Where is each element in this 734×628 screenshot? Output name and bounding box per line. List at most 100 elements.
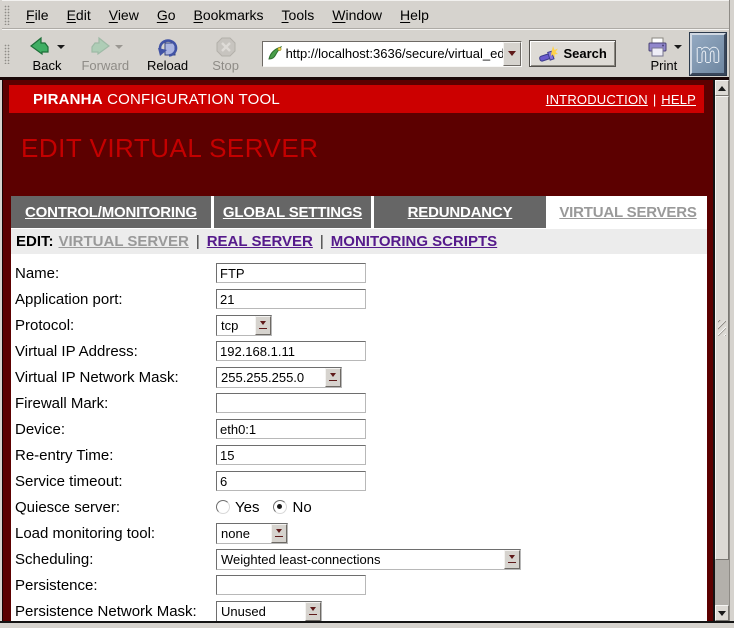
stop-button[interactable]: Stop <box>200 34 252 74</box>
subnav-link-real-server[interactable]: REAL SERVER <box>207 233 313 250</box>
header-link-help[interactable]: HELP <box>661 92 696 107</box>
reload-label: Reload <box>147 59 188 73</box>
menu-help[interactable]: Help <box>391 4 438 26</box>
protocol-select[interactable]: tcp <box>216 315 272 336</box>
forward-button[interactable]: Forward <box>79 34 132 74</box>
mozilla-m-glyph: m <box>696 40 720 67</box>
tab-redundancy[interactable]: REDUNDANCY <box>374 196 546 228</box>
scroll-up-button[interactable] <box>715 80 729 96</box>
scheduling-selected-value: Weighted least-connections <box>217 552 504 567</box>
menu-bookmarks[interactable]: Bookmarks <box>185 4 273 26</box>
menu-tools[interactable]: Tools <box>273 4 324 26</box>
dropdown-arrow-icon[interactable] <box>271 524 287 543</box>
persistence-network-mask-selected-value: Unused <box>217 604 305 619</box>
subnav-separator: | <box>320 233 324 250</box>
virtual-ip-address-label: Virtual IP Address: <box>11 343 216 360</box>
menu-bar-items: FileEditViewGoBookmarksToolsWindowHelp <box>17 4 438 26</box>
back-dropdown-arrow[interactable] <box>57 45 65 53</box>
quiesce-server-radio-yes[interactable] <box>216 500 230 514</box>
name-input[interactable] <box>216 263 366 283</box>
url-bar[interactable] <box>262 41 523 67</box>
scroll-down-button[interactable] <box>715 605 729 621</box>
toolbar-grippy-handle[interactable] <box>4 44 10 64</box>
window-frame-right <box>729 0 734 628</box>
tab-control-monitoring[interactable]: CONTROL/MONITORING <box>11 196 211 228</box>
url-history-dropdown[interactable] <box>503 42 521 66</box>
url-input[interactable] <box>286 46 504 61</box>
tab-global-settings[interactable]: GLOBAL SETTINGS <box>214 196 371 228</box>
field-row-application-port: Application port: <box>11 286 707 312</box>
virtual-ip-address-input[interactable] <box>216 341 366 361</box>
subnav-link-monitoring-scripts[interactable]: MONITORING SCRIPTS <box>331 233 497 250</box>
load-monitoring-tool-label: Load monitoring tool: <box>11 525 216 542</box>
search-button[interactable]: Search <box>529 40 615 67</box>
tab-virtual-servers[interactable]: VIRTUAL SERVERS <box>549 196 707 228</box>
virtual-ip-network-mask-select[interactable]: 255.255.255.0 <box>216 367 342 388</box>
scheduling-label: Scheduling: <box>11 551 216 568</box>
menu-file[interactable]: File <box>17 4 58 26</box>
vertical-scrollbar[interactable] <box>713 80 729 621</box>
field-row-virtual-ip-network-mask: Virtual IP Network Mask:255.255.255.0 <box>11 364 707 390</box>
persistence-network-mask-label: Persistence Network Mask: <box>11 603 216 620</box>
quiesce-server-label: Quiesce server: <box>11 499 216 516</box>
scrollbar-thumb[interactable] <box>715 96 729 560</box>
search-flashlight-icon <box>538 45 558 62</box>
field-row-scheduling: Scheduling:Weighted least-connections <box>11 546 707 572</box>
reload-button[interactable]: Reload <box>142 34 194 74</box>
quiesce-server-radio-label-no: No <box>292 499 311 516</box>
service-timeout-input[interactable] <box>216 471 366 491</box>
field-row-persistence: Persistence: <box>11 572 707 598</box>
field-row-protocol: Protocol:tcp <box>11 312 707 338</box>
application-port-input[interactable] <box>216 289 366 309</box>
menu-go[interactable]: Go <box>148 4 185 26</box>
mozilla-logo[interactable]: m <box>690 33 726 75</box>
firewall-mark-label: Firewall Mark: <box>11 395 216 412</box>
persistence-network-mask-select[interactable]: Unused <box>216 601 322 622</box>
back-button[interactable]: Back <box>21 34 73 74</box>
virtual-ip-network-mask-label: Virtual IP Network Mask: <box>11 369 216 386</box>
stop-icon <box>215 36 237 58</box>
dropdown-arrow-icon[interactable] <box>255 316 271 335</box>
page-proxy-icon[interactable] <box>268 46 282 61</box>
menubar-grippy-handle[interactable] <box>4 5 10 25</box>
firewall-mark-input[interactable] <box>216 393 366 413</box>
menu-edit[interactable]: Edit <box>58 4 100 26</box>
stop-label: Stop <box>212 59 239 73</box>
window-frame-bottom <box>0 621 734 628</box>
print-button[interactable]: Print <box>638 34 690 74</box>
device-input[interactable] <box>216 419 366 439</box>
quiesce-server-radio-no[interactable] <box>273 500 287 514</box>
field-row-virtual-ip-address: Virtual IP Address: <box>11 338 707 364</box>
edit-subnav: EDIT: VIRTUAL SERVER|REAL SERVER|MONITOR… <box>11 229 707 254</box>
forward-label: Forward <box>81 59 129 73</box>
print-dropdown-arrow[interactable] <box>674 45 682 53</box>
load-monitoring-tool-select[interactable]: none <box>216 523 288 544</box>
load-monitoring-tool-selected-value: none <box>217 526 271 541</box>
application-port-label: Application port: <box>11 291 216 308</box>
protocol-label: Protocol: <box>11 317 216 334</box>
content-panel: CONTROL/MONITORINGGLOBAL SETTINGSREDUNDA… <box>11 196 707 621</box>
dropdown-arrow-icon[interactable] <box>504 550 520 569</box>
menu-view[interactable]: View <box>100 4 148 26</box>
page-viewport: PIRANHA CONFIGURATION TOOL INTRODUCTION|… <box>2 80 713 621</box>
persistence-label: Persistence: <box>11 577 216 594</box>
print-icon <box>646 36 670 58</box>
re-entry-time-label: Re-entry Time: <box>11 447 216 464</box>
forward-icon <box>87 36 111 58</box>
back-icon <box>29 36 53 58</box>
dropdown-arrow-icon[interactable] <box>325 368 341 387</box>
forward-dropdown-arrow[interactable] <box>115 45 123 53</box>
subnav-link-virtual-server[interactable]: VIRTUAL SERVER <box>59 233 189 250</box>
reload-icon <box>156 36 180 58</box>
re-entry-time-input[interactable] <box>216 445 366 465</box>
field-row-load-monitoring-tool: Load monitoring tool:none <box>11 520 707 546</box>
header-link-introduction[interactable]: INTRODUCTION <box>546 92 648 107</box>
field-row-device: Device: <box>11 416 707 442</box>
protocol-selected-value: tcp <box>217 318 255 333</box>
field-row-quiesce-server: Quiesce server:YesNo <box>11 494 707 520</box>
persistence-input[interactable] <box>216 575 366 595</box>
menu-window[interactable]: Window <box>323 4 391 26</box>
header-link-separator: | <box>653 92 656 107</box>
dropdown-arrow-icon[interactable] <box>305 602 321 621</box>
scheduling-select[interactable]: Weighted least-connections <box>216 549 521 570</box>
